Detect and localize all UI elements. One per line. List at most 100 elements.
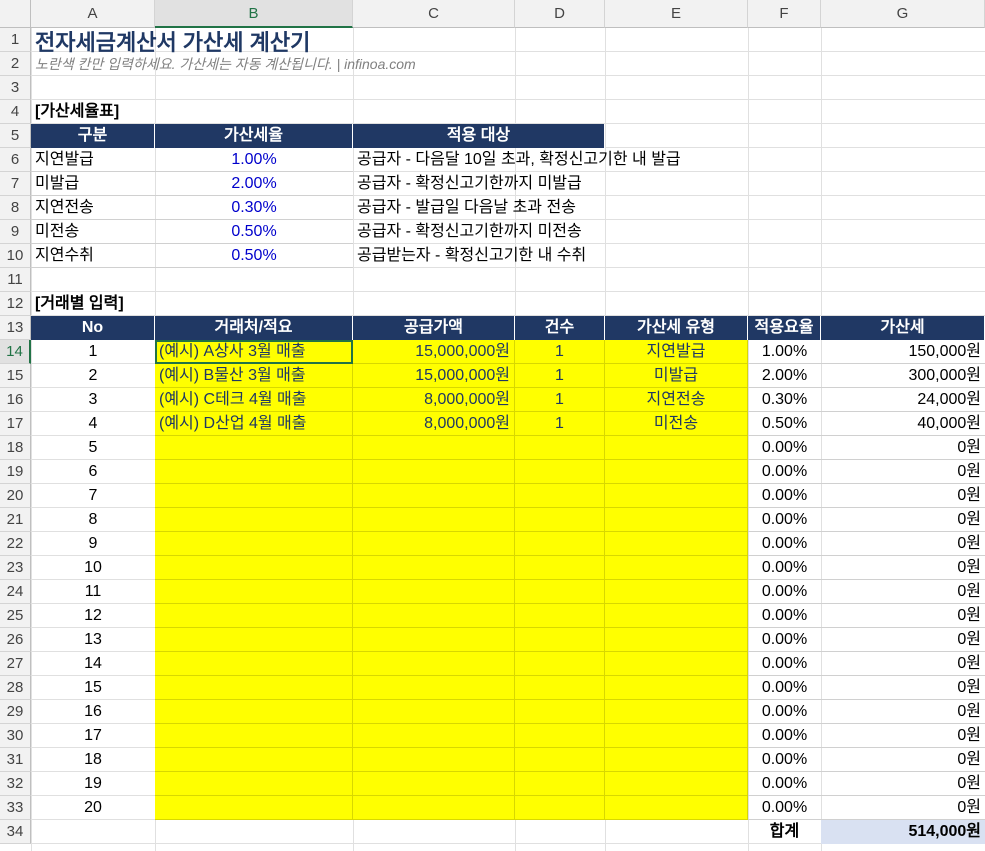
amount-input[interactable]	[353, 604, 515, 628]
penalty-type-input[interactable]	[605, 676, 748, 700]
description-input[interactable]	[155, 532, 353, 556]
penalty-type-input[interactable]	[605, 580, 748, 604]
row-header-20[interactable]: 20	[0, 484, 31, 508]
description-input[interactable]	[155, 556, 353, 580]
description-input[interactable]	[155, 508, 353, 532]
row-header-1[interactable]: 1	[0, 28, 31, 52]
count-input[interactable]	[515, 484, 605, 508]
penalty-type-input[interactable]	[605, 436, 748, 460]
description-input[interactable]	[155, 484, 353, 508]
amount-input[interactable]: 8,000,000원	[353, 388, 515, 412]
rate-table-rate[interactable]: 2.00%	[155, 172, 353, 196]
description-input[interactable]	[155, 628, 353, 652]
description-input[interactable]	[155, 436, 353, 460]
amount-input[interactable]	[353, 748, 515, 772]
row-header-32[interactable]: 32	[0, 772, 31, 796]
description-input[interactable]	[155, 676, 353, 700]
amount-input[interactable]	[353, 676, 515, 700]
amount-input[interactable]	[353, 580, 515, 604]
row-header-34[interactable]: 34	[0, 820, 31, 844]
penalty-type-input[interactable]	[605, 604, 748, 628]
penalty-type-input[interactable]	[605, 484, 748, 508]
amount-input[interactable]: 15,000,000원	[353, 340, 515, 364]
row-header-11[interactable]: 11	[0, 268, 31, 292]
rate-table-rate[interactable]: 0.50%	[155, 244, 353, 268]
description-input[interactable]: (예시) B물산 3월 매출	[155, 364, 353, 388]
row-header-27[interactable]: 27	[0, 652, 31, 676]
row-header-23[interactable]: 23	[0, 556, 31, 580]
amount-input[interactable]	[353, 484, 515, 508]
count-input[interactable]	[515, 532, 605, 556]
rate-table-type[interactable]: 미전송	[31, 220, 155, 244]
column-header-f[interactable]: F	[748, 0, 821, 28]
row-header-33[interactable]: 33	[0, 796, 31, 820]
row-header-10[interactable]: 10	[0, 244, 31, 268]
penalty-type-input[interactable]	[605, 556, 748, 580]
count-input[interactable]: 1	[515, 364, 605, 388]
column-header-c[interactable]: C	[353, 0, 515, 28]
row-header-19[interactable]: 19	[0, 460, 31, 484]
rate-table-target[interactable]: 공급자 - 확정신고기한까지 미전송	[353, 220, 821, 244]
row-header-24[interactable]: 24	[0, 580, 31, 604]
row-header-31[interactable]: 31	[0, 748, 31, 772]
description-input[interactable]	[155, 580, 353, 604]
count-input[interactable]	[515, 508, 605, 532]
penalty-type-input[interactable]	[605, 652, 748, 676]
rate-table-target[interactable]: 공급받는자 - 확정신고기한 내 수취	[353, 244, 821, 268]
count-input[interactable]	[515, 796, 605, 820]
penalty-type-input[interactable]: 미전송	[605, 412, 748, 436]
penalty-type-input[interactable]	[605, 532, 748, 556]
row-header-4[interactable]: 4	[0, 100, 31, 124]
description-input[interactable]	[155, 604, 353, 628]
amount-input[interactable]	[353, 436, 515, 460]
row-header-9[interactable]: 9	[0, 220, 31, 244]
rate-table-type[interactable]: 지연전송	[31, 196, 155, 220]
amount-input[interactable]: 15,000,000원	[353, 364, 515, 388]
row-header-13[interactable]: 13	[0, 316, 31, 340]
count-input[interactable]: 1	[515, 412, 605, 436]
count-input[interactable]: 1	[515, 388, 605, 412]
row-header-8[interactable]: 8	[0, 196, 31, 220]
row-header-29[interactable]: 29	[0, 700, 31, 724]
count-input[interactable]	[515, 700, 605, 724]
row-header-22[interactable]: 22	[0, 532, 31, 556]
penalty-type-input[interactable]	[605, 724, 748, 748]
row-header-15[interactable]: 15	[0, 364, 31, 388]
penalty-type-input[interactable]	[605, 460, 748, 484]
description-input[interactable]: (예시) C테크 4월 매출	[155, 388, 353, 412]
rate-table-rate[interactable]: 0.50%	[155, 220, 353, 244]
penalty-type-input[interactable]	[605, 748, 748, 772]
amount-input[interactable]	[353, 772, 515, 796]
row-header-25[interactable]: 25	[0, 604, 31, 628]
description-input[interactable]: (예시) D산업 4월 매출	[155, 412, 353, 436]
row-header-7[interactable]: 7	[0, 172, 31, 196]
description-input[interactable]	[155, 700, 353, 724]
amount-input[interactable]	[353, 724, 515, 748]
count-input[interactable]	[515, 772, 605, 796]
penalty-type-input[interactable]: 지연전송	[605, 388, 748, 412]
description-input[interactable]	[155, 796, 353, 820]
count-input[interactable]: 1	[515, 340, 605, 364]
penalty-type-input[interactable]	[605, 628, 748, 652]
row-header-26[interactable]: 26	[0, 628, 31, 652]
amount-input[interactable]	[353, 628, 515, 652]
penalty-type-input[interactable]	[605, 508, 748, 532]
count-input[interactable]	[515, 604, 605, 628]
column-header-d[interactable]: D	[515, 0, 605, 28]
description-input[interactable]	[155, 724, 353, 748]
count-input[interactable]	[515, 724, 605, 748]
amount-input[interactable]: 8,000,000원	[353, 412, 515, 436]
count-input[interactable]	[515, 556, 605, 580]
amount-input[interactable]	[353, 508, 515, 532]
column-header-b[interactable]: B	[155, 0, 353, 28]
rate-table-type[interactable]: 지연발급	[31, 148, 155, 172]
penalty-type-input[interactable]: 미발급	[605, 364, 748, 388]
rate-table-target[interactable]: 공급자 - 발급일 다음날 초과 전송	[353, 196, 821, 220]
count-input[interactable]	[515, 676, 605, 700]
count-input[interactable]	[515, 580, 605, 604]
amount-input[interactable]	[353, 532, 515, 556]
row-header-17[interactable]: 17	[0, 412, 31, 436]
rate-table-rate[interactable]: 1.00%	[155, 148, 353, 172]
row-header-3[interactable]: 3	[0, 76, 31, 100]
description-input[interactable]: (예시) A상사 3월 매출	[155, 340, 353, 364]
